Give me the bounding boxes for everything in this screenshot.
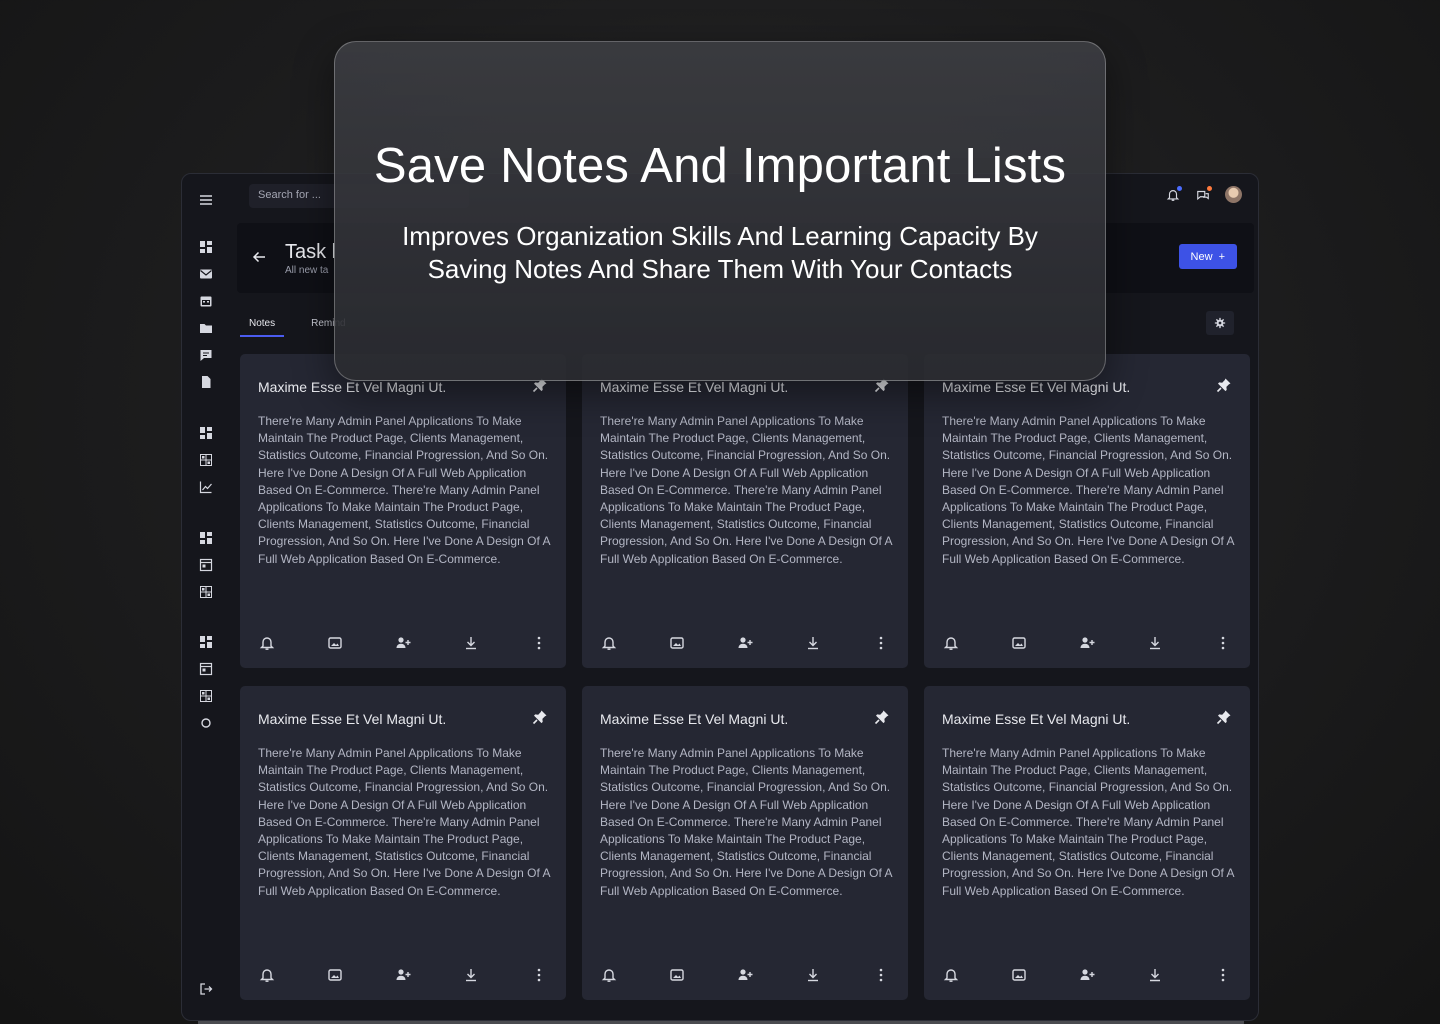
note-card[interactable]: Maxime Esse Et Vel Magni Ut. There're Man… — [924, 354, 1250, 668]
note-title: Maxime Esse Et Vel Magni Ut. — [258, 379, 447, 395]
settings-button[interactable] — [1206, 311, 1234, 335]
note-card[interactable]: Maxime Esse Et Vel Magni Ut. There're Man… — [582, 686, 908, 1000]
download-icon[interactable] — [1146, 634, 1164, 652]
download-icon[interactable] — [1146, 966, 1164, 984]
note-body: There're Many Admin Panel Applications T… — [942, 414, 1234, 566]
note-card[interactable]: Maxime Esse Et Vel Magni Ut. There're Man… — [240, 354, 566, 668]
add-user-icon[interactable] — [1078, 966, 1096, 984]
add-user-icon[interactable] — [394, 634, 412, 652]
chart-line-icon[interactable] — [199, 480, 213, 494]
dashboard-icon[interactable] — [199, 531, 213, 545]
note-actions — [258, 634, 548, 652]
feature-callout: Save Notes And Important Lists Improves … — [334, 41, 1106, 381]
callout-subheading: Improves Organization Skills And Learnin… — [375, 220, 1065, 286]
download-icon[interactable] — [462, 634, 480, 652]
note-actions — [942, 966, 1232, 984]
pin-icon[interactable] — [1216, 709, 1232, 725]
note-actions — [258, 966, 548, 984]
grid-icon[interactable] — [199, 689, 213, 703]
notification-dot — [1177, 185, 1182, 191]
arrow-left-icon[interactable] — [251, 249, 267, 265]
bell-icon[interactable] — [942, 966, 960, 984]
note-body: There're Many Admin Panel Applications T… — [942, 746, 1234, 898]
bell-icon[interactable] — [942, 634, 960, 652]
mail-icon[interactable] — [199, 267, 213, 281]
note-actions — [942, 634, 1232, 652]
note-body: There're Many Admin Panel Applications T… — [258, 746, 550, 898]
callout-subheading-line1: Improves Organization Skills And Learnin… — [402, 221, 1038, 251]
window-icon[interactable] — [199, 662, 213, 676]
notification-dot — [1207, 185, 1212, 191]
sidebar — [182, 174, 232, 1020]
add-user-icon[interactable] — [736, 634, 754, 652]
grid-icon[interactable] — [199, 585, 213, 599]
note-actions — [600, 966, 890, 984]
callout-heading: Save Notes And Important Lists — [373, 139, 1067, 193]
image-icon[interactable] — [326, 634, 344, 652]
add-user-icon[interactable] — [394, 966, 412, 984]
callout-subheading-line2: Saving Notes And Share Them With Your Co… — [427, 254, 1013, 284]
more-vertical-icon[interactable] — [530, 634, 548, 652]
download-icon[interactable] — [804, 634, 822, 652]
image-icon[interactable] — [668, 634, 686, 652]
dashboard-icon[interactable] — [199, 240, 213, 254]
dashboard-icon[interactable] — [199, 426, 213, 440]
new-button[interactable]: New + — [1178, 244, 1237, 269]
bell-icon[interactable] — [258, 634, 276, 652]
note-title: Maxime Esse Et Vel Magni Ut. — [600, 379, 789, 395]
more-vertical-icon[interactable] — [872, 634, 890, 652]
window-icon[interactable] — [199, 558, 213, 572]
note-body: There're Many Admin Panel Applications T… — [258, 414, 550, 566]
grid-icon[interactable] — [199, 453, 213, 467]
tab-notes[interactable]: Notes — [240, 315, 285, 337]
chat-icon[interactable] — [1195, 185, 1212, 203]
pin-icon[interactable] — [532, 709, 548, 725]
document-icon[interactable] — [199, 375, 213, 389]
note-actions — [600, 634, 890, 652]
more-vertical-icon[interactable] — [1214, 966, 1232, 984]
calendar-icon[interactable] — [199, 294, 213, 308]
circle-icon[interactable] — [199, 716, 213, 730]
note-title: Maxime Esse Et Vel Magni Ut. — [258, 711, 447, 727]
bell-icon[interactable] — [1165, 185, 1182, 203]
new-button-label: New — [1190, 250, 1213, 263]
pin-icon[interactable] — [874, 709, 890, 725]
dashboard-icon[interactable] — [199, 635, 213, 649]
image-icon[interactable] — [668, 966, 686, 984]
pin-icon[interactable] — [1216, 377, 1232, 393]
plus-icon: + — [1218, 250, 1225, 263]
note-card[interactable]: Maxime Esse Et Vel Magni Ut. There're Man… — [924, 686, 1250, 1000]
menu-icon[interactable] — [199, 193, 213, 207]
topbar-actions — [1165, 185, 1242, 203]
page-subtitle: All new ta — [285, 265, 329, 276]
bell-icon[interactable] — [600, 634, 618, 652]
more-vertical-icon[interactable] — [872, 966, 890, 984]
avatar[interactable] — [1225, 186, 1242, 203]
folder-icon[interactable] — [199, 321, 213, 335]
image-icon[interactable] — [1010, 966, 1028, 984]
bell-icon[interactable] — [258, 966, 276, 984]
gear-icon — [1214, 317, 1226, 329]
note-title: Maxime Esse Et Vel Magni Ut. — [942, 379, 1131, 395]
more-vertical-icon[interactable] — [1214, 634, 1232, 652]
logout-icon[interactable] — [199, 982, 213, 996]
download-icon[interactable] — [462, 966, 480, 984]
note-card[interactable]: Maxime Esse Et Vel Magni Ut. There're Man… — [240, 686, 566, 1000]
add-user-icon[interactable] — [736, 966, 754, 984]
note-title: Maxime Esse Et Vel Magni Ut. — [942, 711, 1131, 727]
bell-icon[interactable] — [600, 966, 618, 984]
note-body: There're Many Admin Panel Applications T… — [600, 414, 892, 566]
image-icon[interactable] — [326, 966, 344, 984]
note-title: Maxime Esse Et Vel Magni Ut. — [600, 711, 789, 727]
download-icon[interactable] — [804, 966, 822, 984]
chat-icon[interactable] — [199, 348, 213, 362]
page-title: Task l — [285, 241, 337, 263]
note-card[interactable]: Maxime Esse Et Vel Magni Ut. There're Man… — [582, 354, 908, 668]
note-body: There're Many Admin Panel Applications T… — [600, 746, 892, 898]
image-icon[interactable] — [1010, 634, 1028, 652]
more-vertical-icon[interactable] — [530, 966, 548, 984]
add-user-icon[interactable] — [1078, 634, 1096, 652]
